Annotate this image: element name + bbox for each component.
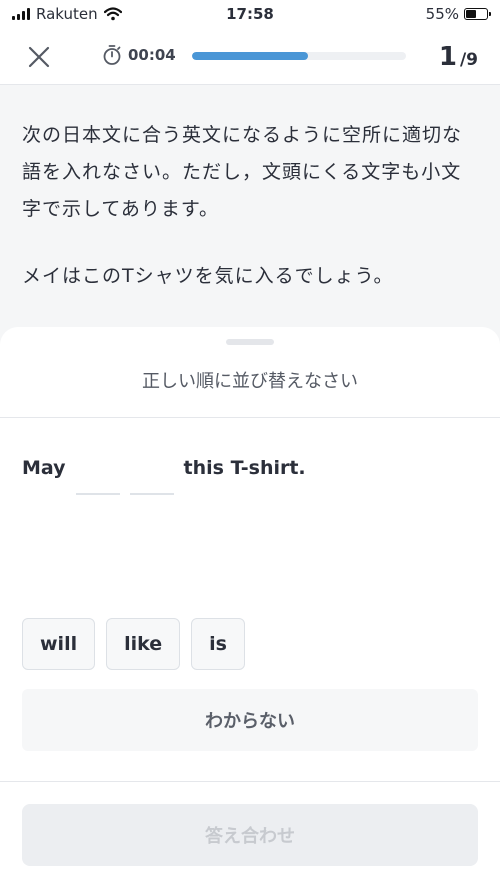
answer-start-word: May — [22, 457, 66, 479]
battery-percent: 55% — [425, 5, 459, 23]
stopwatch-icon — [103, 45, 121, 65]
question-counter: 1/9 — [439, 42, 478, 72]
answer-sheet: 正しい順に並び替えなさい May this T-shirt. will like… — [0, 327, 500, 889]
status-right: 55% — [425, 5, 491, 23]
answer-blank-2[interactable] — [129, 457, 174, 495]
progress-bar — [192, 52, 406, 60]
progress-fill — [192, 52, 308, 60]
question-current: 1 — [438, 42, 457, 72]
answer-blank-1[interactable] — [75, 457, 120, 495]
choice-is-button[interactable]: is — [191, 618, 245, 670]
choice-like-button[interactable]: like — [106, 618, 181, 670]
choice-will-button[interactable]: will — [22, 618, 96, 670]
question-total: /9 — [459, 50, 478, 70]
footer-divider — [0, 781, 500, 782]
close-icon[interactable] — [24, 42, 54, 72]
battery-icon — [464, 8, 491, 20]
japanese-sentence: メイはこのTシャツを気に入るでしょう。 — [22, 265, 394, 287]
timer-value: 00:04 — [128, 46, 176, 64]
battery-level — [466, 10, 477, 18]
answer-end-text: this T-shirt. — [183, 457, 306, 479]
divider — [0, 417, 500, 418]
dont-know-button[interactable]: わからない — [22, 689, 478, 751]
quiz-header: 00:04 1/9 — [0, 28, 500, 85]
check-answer-button[interactable]: 答え合わせ — [22, 804, 478, 866]
sheet-title: 正しい順に並び替えなさい — [142, 371, 358, 392]
word-choices: will like is — [22, 618, 245, 670]
answer-sentence: May this T-shirt. — [22, 457, 306, 495]
status-bar: Rakuten 17:58 55% — [0, 0, 500, 28]
timer: 00:04 — [102, 44, 176, 66]
question-instruction: 次の日本文に合う英文になるように空所に適切な語を入れなさい。ただし，文頭にくる文… — [22, 124, 463, 220]
question-panel: 次の日本文に合う英文になるように空所に適切な語を入れなさい。ただし，文頭にくる文… — [0, 85, 500, 345]
sheet-handle[interactable] — [226, 339, 274, 345]
